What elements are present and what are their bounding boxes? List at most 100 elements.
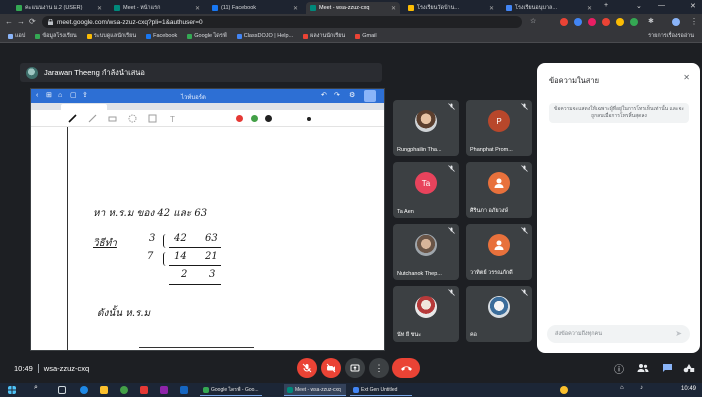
taskbar-clock[interactable]: 10:49 xyxy=(681,386,696,392)
weather-icon[interactable] xyxy=(560,386,568,394)
chrome-icon[interactable] xyxy=(120,386,128,394)
participant-tile[interactable]: Nutchanok Thep... xyxy=(393,224,459,280)
pen-size-dot[interactable] xyxy=(307,117,311,121)
undo-icon[interactable]: ↶ xyxy=(321,91,327,100)
grid-icon[interactable]: ⊞ xyxy=(46,91,52,100)
browser-tab-active[interactable]: Meet - wsa-zzuz-cxq ✕ xyxy=(306,2,400,14)
bookmark-item[interactable]: ข้อมูลโรงเรียน xyxy=(35,32,77,40)
bookmark-item[interactable]: Google ไดรฟ์ xyxy=(187,32,227,40)
tab-search-chevron-down-icon[interactable]: ⌄ xyxy=(636,2,642,10)
extension-icon[interactable] xyxy=(616,18,624,26)
participant-tile[interactable]: นัท ยี่ ชนะ xyxy=(393,286,459,342)
taskbar-app[interactable]: Google ไดรฟ์ - Goo... xyxy=(200,384,262,396)
eraser-icon[interactable] xyxy=(107,113,118,124)
meeting-details-info-icon[interactable]: ⓘ xyxy=(612,361,626,376)
extension-icon[interactable] xyxy=(602,18,610,26)
shapes-icon[interactable] xyxy=(147,113,158,124)
windows-start-icon[interactable] xyxy=(8,386,16,394)
edge-browser-icon[interactable] xyxy=(80,386,88,394)
tab-close-icon[interactable]: ✕ xyxy=(587,5,592,12)
bookmark-star-icon[interactable]: ☆ xyxy=(530,17,536,27)
minimize-icon[interactable]: — xyxy=(658,2,665,9)
network-icon[interactable]: ⌂ xyxy=(620,385,628,393)
task-view-icon[interactable] xyxy=(58,386,66,394)
end-call-button[interactable] xyxy=(392,358,420,378)
tab-close-icon[interactable]: ✕ xyxy=(97,5,102,12)
url-input[interactable]: meet.google.com/wsa-zzuz-cxq?pli=1&authu… xyxy=(42,16,522,28)
bookmark-favicon-icon xyxy=(303,33,309,39)
presenting-indicator-icon[interactable] xyxy=(364,90,376,102)
whiteboard-canvas[interactable]: หา ห.ร.ม ของ 42 และ 63 วิธีทำ 3 42 63 7 … xyxy=(31,127,384,350)
puzzle-extensions-icon[interactable]: ✱ xyxy=(648,17,654,27)
share-icon[interactable]: ⇪ xyxy=(82,91,88,100)
bookmark-item[interactable]: ระบบดูแลนักเรียน xyxy=(86,32,136,40)
bookmark-item[interactable]: ผลงานนักเรียน xyxy=(303,32,345,40)
redo-icon[interactable]: ↷ xyxy=(334,91,340,100)
chat-button[interactable] xyxy=(660,361,674,375)
bookmark-item[interactable]: Gmail xyxy=(355,33,377,39)
back-chevron-icon[interactable]: ‹ xyxy=(36,91,38,100)
volume-icon[interactable]: ♪ xyxy=(640,385,648,393)
taskbar-app[interactable]: Ext Gen Untitled xyxy=(350,384,412,396)
color-swatch-green[interactable] xyxy=(251,115,258,122)
app-icon[interactable] xyxy=(140,386,148,394)
page-icon[interactable]: ▢ xyxy=(70,91,77,100)
chat-message-input[interactable]: ส่งข้อความถึงทุกคน ➤ xyxy=(547,325,690,343)
mic-toggle-button[interactable] xyxy=(297,358,317,378)
camera-off-icon xyxy=(326,363,336,373)
meeting-info: 10:49 wsa-zzuz-cxq xyxy=(14,364,89,373)
participant-tile[interactable]: คอ xyxy=(466,286,532,342)
reading-list-button[interactable]: รายการเรื่องรออ่าน xyxy=(648,32,694,40)
new-tab-plus-icon[interactable]: + xyxy=(604,2,608,9)
participant-tile[interactable]: Ta Ta Aen xyxy=(393,162,459,218)
present-screen-button[interactable] xyxy=(345,358,365,378)
participant-tile[interactable]: ศิรินภา อภัยวงษ์ xyxy=(466,162,532,218)
people-button[interactable] xyxy=(636,361,650,375)
back-arrow-icon[interactable]: ← xyxy=(5,17,13,27)
reload-icon[interactable]: ⟳ xyxy=(29,17,36,27)
extension-icon[interactable] xyxy=(574,18,582,26)
tab-close-icon[interactable]: ✕ xyxy=(391,5,396,12)
search-icon[interactable]: ⌕ xyxy=(34,384,42,392)
camera-toggle-button[interactable] xyxy=(321,358,341,378)
send-icon[interactable]: ➤ xyxy=(675,329,682,338)
more-options-button[interactable]: ⋮ xyxy=(369,358,389,378)
settings-gear-icon[interactable]: ⚙ xyxy=(349,91,355,100)
participant-tile[interactable]: P Phanphat Prom... xyxy=(466,100,532,156)
activities-button[interactable] xyxy=(682,361,696,375)
word-icon[interactable] xyxy=(180,386,188,394)
bookmark-item[interactable]: แอป xyxy=(8,32,25,40)
close-window-icon[interactable]: ✕ xyxy=(690,2,696,10)
extension-icon[interactable] xyxy=(588,18,596,26)
app-icon[interactable] xyxy=(160,386,168,394)
pen-icon[interactable] xyxy=(67,113,78,124)
person-silhouette-icon xyxy=(494,240,504,250)
tab-close-icon[interactable]: ✕ xyxy=(489,5,494,12)
file-explorer-icon[interactable] xyxy=(100,386,108,394)
text-icon[interactable]: T xyxy=(167,113,178,124)
browser-tab[interactable]: Meet - หน้าแรก ✕ xyxy=(110,2,204,14)
bookmarks-bar: แอป ข้อมูลโรงเรียน ระบบดูแลนักเรียน Face… xyxy=(0,30,702,43)
forward-arrow-icon[interactable]: → xyxy=(17,17,25,27)
participant-tile[interactable]: วาทิตย์ วรรณภักดี xyxy=(466,224,532,280)
highlighter-icon[interactable] xyxy=(87,113,98,124)
tab-close-icon[interactable]: ✕ xyxy=(293,5,298,12)
extension-icon[interactable] xyxy=(630,18,638,26)
color-swatch-red[interactable] xyxy=(236,115,243,122)
browser-tab[interactable]: โรงเรียนอนุบาล... ✕ xyxy=(502,2,596,14)
bookmark-item[interactable]: Facebook xyxy=(146,33,177,39)
browser-tab[interactable]: โรงเรียนวัดบ้าน... ✕ xyxy=(404,2,498,14)
extension-icon[interactable] xyxy=(560,18,568,26)
home-icon[interactable]: ⌂ xyxy=(58,91,62,100)
participant-tile[interactable]: Rungphailin Tha... xyxy=(393,100,459,156)
color-swatch-black[interactable] xyxy=(265,115,272,122)
browser-tab[interactable]: (11) Facebook ✕ xyxy=(208,2,302,14)
taskbar-app-active[interactable]: Meet - wsa-zzuz-cxq xyxy=(284,384,346,396)
more-menu-icon[interactable]: ⋮ xyxy=(690,17,698,27)
profile-avatar-icon[interactable] xyxy=(672,18,680,26)
browser-tab[interactable]: คะแนนงาน ม.2 (USER) ✕ xyxy=(12,2,106,14)
close-icon[interactable]: ✕ xyxy=(683,73,690,82)
lasso-icon[interactable] xyxy=(127,113,138,124)
bookmark-item[interactable]: ClassDOJO | Help... xyxy=(236,33,293,39)
tab-close-icon[interactable]: ✕ xyxy=(195,5,200,12)
